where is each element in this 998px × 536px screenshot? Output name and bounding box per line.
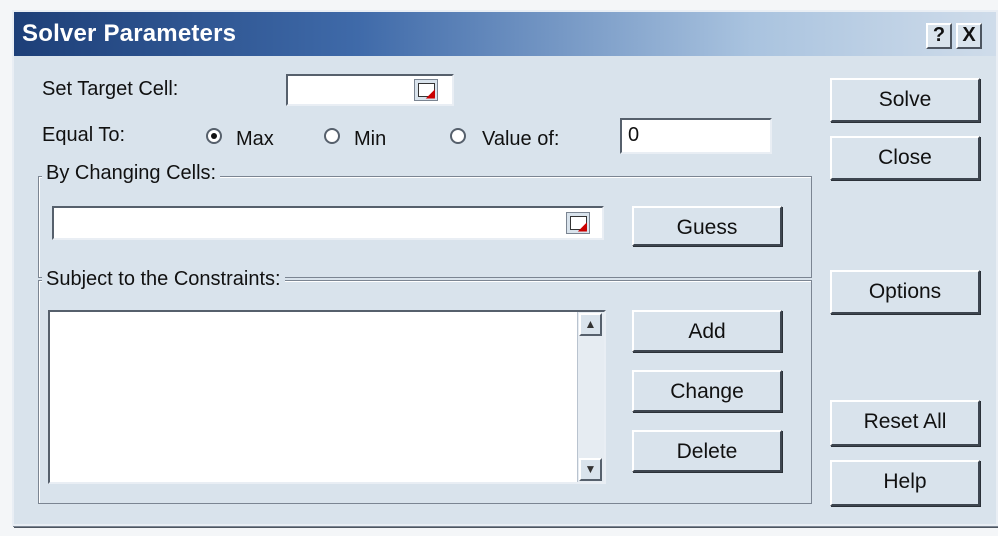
scroll-up-arrow-icon[interactable]: ▲ — [579, 313, 602, 336]
constraints-scrollbar[interactable]: ▲ ▼ — [577, 312, 604, 482]
help-question-button[interactable]: ? — [926, 23, 952, 49]
changing-cells-input[interactable]: ◢ — [52, 206, 604, 240]
value-of-input[interactable]: 0 — [620, 118, 772, 154]
options-button[interactable]: Options — [830, 270, 980, 314]
solve-label: Solve — [878, 88, 932, 111]
change-button[interactable]: Change — [632, 370, 782, 412]
title-bar[interactable]: Solver Parameters ? X — [14, 12, 996, 56]
range-picker-icon[interactable]: ◢ — [414, 79, 438, 101]
changing-cells-legend: By Changing Cells: — [42, 162, 221, 185]
scroll-down-arrow-icon[interactable]: ▼ — [579, 458, 602, 481]
add-button[interactable]: Add — [632, 310, 782, 352]
reset-all-button[interactable]: Reset All — [830, 400, 980, 446]
range-picker-icon[interactable]: ◢ — [566, 212, 590, 234]
delete-button[interactable]: Delete — [632, 430, 782, 472]
close-x-button[interactable]: X — [956, 23, 982, 49]
guess-button[interactable]: Guess — [632, 206, 782, 246]
set-target-cell-label: Set Target Cell: — [42, 78, 179, 100]
reset-all-label: Reset All — [863, 410, 947, 433]
options-label: Options — [868, 280, 942, 303]
value-of-radio[interactable] — [450, 128, 466, 144]
close-label: Close — [878, 146, 932, 169]
value-of-label[interactable]: Value of: — [482, 128, 559, 151]
help-label: Help — [883, 470, 927, 493]
dialog-title: Solver Parameters — [22, 20, 237, 47]
min-label[interactable]: Min — [354, 128, 386, 151]
max-label[interactable]: Max — [236, 128, 274, 151]
change-label: Change — [670, 380, 744, 403]
close-button[interactable]: Close — [830, 136, 980, 180]
equal-to-label: Equal To: — [42, 124, 126, 146]
constraints-list[interactable]: ▲ ▼ — [48, 310, 606, 484]
add-label: Add — [688, 320, 726, 343]
value-of-value: 0 — [628, 124, 640, 146]
guess-label: Guess — [676, 216, 738, 239]
solver-parameters-dialog: Solver Parameters ? X Set Target Cell: ◢… — [12, 10, 998, 526]
help-button[interactable]: Help — [830, 460, 980, 506]
solve-button[interactable]: Solve — [830, 78, 980, 122]
constraints-legend: Subject to the Constraints: — [42, 268, 285, 291]
delete-label: Delete — [676, 440, 738, 463]
max-radio[interactable] — [206, 128, 222, 144]
set-target-cell-input[interactable]: ◢ — [286, 74, 454, 106]
min-radio[interactable] — [324, 128, 340, 144]
